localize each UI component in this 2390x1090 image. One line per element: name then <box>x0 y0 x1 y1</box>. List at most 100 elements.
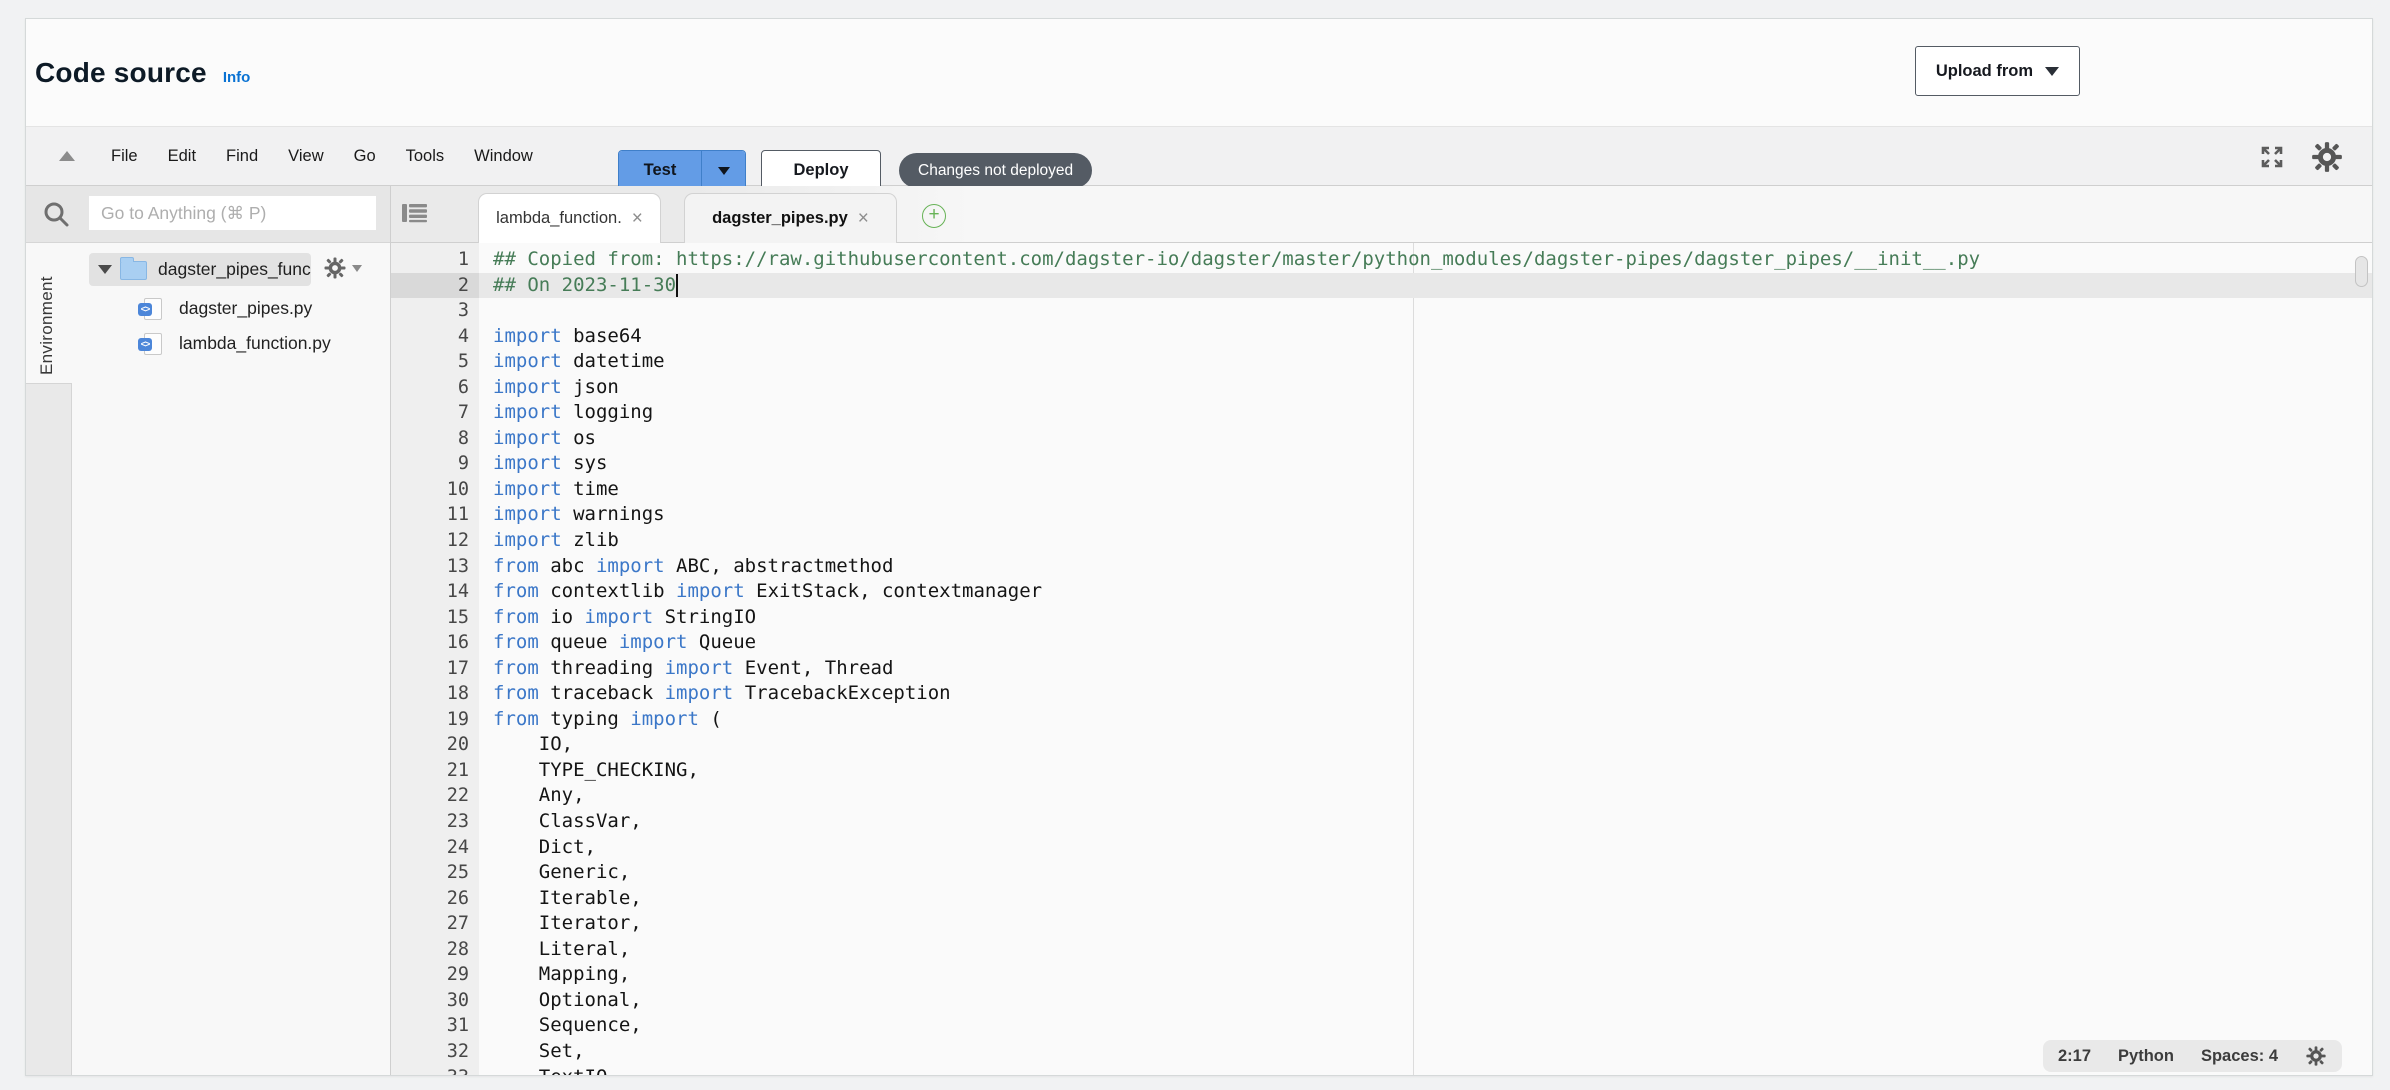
code-line[interactable]: 3 <box>391 298 2372 324</box>
line-number[interactable]: 15 <box>391 605 479 631</box>
menu-item-window[interactable]: Window <box>459 139 548 174</box>
code-line[interactable]: 16from queue import Queue <box>391 630 2372 656</box>
code-line[interactable]: 25 Generic, <box>391 860 2372 886</box>
line-number[interactable]: 29 <box>391 962 479 988</box>
new-tab-button[interactable]: + <box>922 204 946 228</box>
deploy-button[interactable]: Deploy <box>761 150 881 191</box>
code-line[interactable]: 14from contextlib import ExitStack, cont… <box>391 579 2372 605</box>
line-number[interactable]: 4 <box>391 324 479 350</box>
code-line[interactable]: 30 Optional, <box>391 988 2372 1014</box>
code-line[interactable]: 6import json <box>391 375 2372 401</box>
code-line[interactable]: 13from abc import ABC, abstractmethod <box>391 554 2372 580</box>
code-line[interactable]: 29 Mapping, <box>391 962 2372 988</box>
test-button[interactable]: Test <box>619 151 701 190</box>
code-line[interactable]: 10import time <box>391 477 2372 503</box>
code-line[interactable]: 12import zlib <box>391 528 2372 554</box>
code-line[interactable]: 19from typing import ( <box>391 707 2372 733</box>
code-line[interactable]: 23 ClassVar, <box>391 809 2372 835</box>
code-source-panel: Code source Info Upload from FileEditFin… <box>25 18 2373 1076</box>
code-line[interactable]: 2## On 2023-11-30 <box>391 273 2372 299</box>
line-number[interactable]: 6 <box>391 375 479 401</box>
info-link[interactable]: Info <box>223 69 251 86</box>
line-number[interactable]: 1 <box>391 247 479 273</box>
tab-dagster-pipes-py[interactable]: dagster_pipes.py× <box>684 193 897 243</box>
code-line[interactable]: 28 Literal, <box>391 937 2372 963</box>
test-dropdown-button[interactable] <box>701 151 745 190</box>
tree-folder-row[interactable]: dagster_pipes_funct <box>89 253 311 286</box>
cursor-position[interactable]: 2:17 <box>2058 1047 2091 1066</box>
code-line[interactable]: 9import sys <box>391 451 2372 477</box>
line-number[interactable]: 12 <box>391 528 479 554</box>
line-number[interactable]: 21 <box>391 758 479 784</box>
tree-file-lambda_function.py[interactable]: <>lambda_function.py <box>72 326 390 361</box>
code-line[interactable]: 11import warnings <box>391 502 2372 528</box>
line-number[interactable]: 13 <box>391 554 479 580</box>
line-number[interactable]: 17 <box>391 656 479 682</box>
code-line[interactable]: 27 Iterator, <box>391 911 2372 937</box>
goto-anything-input[interactable] <box>89 196 376 230</box>
language-mode[interactable]: Python <box>2118 1047 2174 1066</box>
line-number[interactable]: 27 <box>391 911 479 937</box>
menu-item-file[interactable]: File <box>96 139 153 174</box>
spaces-setting[interactable]: Spaces: 4 <box>2201 1047 2278 1066</box>
line-number[interactable]: 7 <box>391 400 479 426</box>
close-icon[interactable]: × <box>632 209 643 228</box>
upload-from-button[interactable]: Upload from <box>1915 46 2080 96</box>
line-number[interactable]: 18 <box>391 681 479 707</box>
code-line[interactable]: 7import logging <box>391 400 2372 426</box>
line-number[interactable]: 19 <box>391 707 479 733</box>
code-line-text: from contextlib import ExitStack, contex… <box>479 579 1042 605</box>
code-line[interactable]: 31 Sequence, <box>391 1013 2372 1039</box>
tab-lambda-function[interactable]: lambda_function.× <box>478 193 661 243</box>
line-number[interactable]: 24 <box>391 835 479 861</box>
menu-item-go[interactable]: Go <box>339 139 391 174</box>
line-number[interactable]: 10 <box>391 477 479 503</box>
line-number[interactable]: 20 <box>391 732 479 758</box>
menu-item-find[interactable]: Find <box>211 139 273 174</box>
code-line[interactable]: 17from threading import Event, Thread <box>391 656 2372 682</box>
test-split-button[interactable]: Test <box>618 150 746 191</box>
line-number[interactable]: 32 <box>391 1039 479 1065</box>
code-line[interactable]: 18from traceback import TracebackExcepti… <box>391 681 2372 707</box>
code-line[interactable]: 15from io import StringIO <box>391 605 2372 631</box>
code-line[interactable]: 5import datetime <box>391 349 2372 375</box>
collapse-panel-button[interactable] <box>56 151 78 161</box>
code-line[interactable]: 26 Iterable, <box>391 886 2372 912</box>
line-number[interactable]: 9 <box>391 451 479 477</box>
close-icon[interactable]: × <box>858 209 869 228</box>
line-number[interactable]: 26 <box>391 886 479 912</box>
code-line[interactable]: 21 TYPE_CHECKING, <box>391 758 2372 784</box>
code-line[interactable]: 20 IO, <box>391 732 2372 758</box>
statusbar-gear-icon[interactable] <box>2305 1045 2327 1067</box>
line-number[interactable]: 16 <box>391 630 479 656</box>
menu-item-tools[interactable]: Tools <box>391 139 460 174</box>
code-line[interactable]: 1## Copied from: https://raw.githubuserc… <box>391 247 2372 273</box>
line-number[interactable]: 2 <box>391 273 479 299</box>
line-number[interactable]: 14 <box>391 579 479 605</box>
line-number[interactable]: 22 <box>391 783 479 809</box>
code-pane[interactable]: 1## Copied from: https://raw.githubuserc… <box>391 243 2372 1075</box>
code-line[interactable]: 24 Dict, <box>391 835 2372 861</box>
settings-gear-icon[interactable] <box>2310 140 2344 174</box>
line-number[interactable]: 33 <box>391 1065 479 1076</box>
line-number[interactable]: 11 <box>391 502 479 528</box>
environment-tab[interactable]: Environment <box>37 251 57 375</box>
line-number[interactable]: 3 <box>391 298 479 324</box>
code-line[interactable]: 22 Any, <box>391 783 2372 809</box>
line-number[interactable]: 25 <box>391 860 479 886</box>
menu-item-edit[interactable]: Edit <box>153 139 211 174</box>
line-number[interactable]: 30 <box>391 988 479 1014</box>
tree-file-dagster_pipes.py[interactable]: <>dagster_pipes.py <box>72 291 390 326</box>
menu-item-view[interactable]: View <box>273 139 338 174</box>
line-number[interactable]: 8 <box>391 426 479 452</box>
line-number[interactable]: 28 <box>391 937 479 963</box>
line-number[interactable]: 31 <box>391 1013 479 1039</box>
code-line[interactable]: 8import os <box>391 426 2372 452</box>
tree-settings-button[interactable] <box>323 256 362 280</box>
tab-list-icon[interactable] <box>401 202 428 231</box>
scrollbar-thumb[interactable] <box>2355 256 2368 287</box>
code-line[interactable]: 4import base64 <box>391 324 2372 350</box>
line-number[interactable]: 5 <box>391 349 479 375</box>
fullscreen-icon[interactable] <box>2258 143 2286 171</box>
line-number[interactable]: 23 <box>391 809 479 835</box>
